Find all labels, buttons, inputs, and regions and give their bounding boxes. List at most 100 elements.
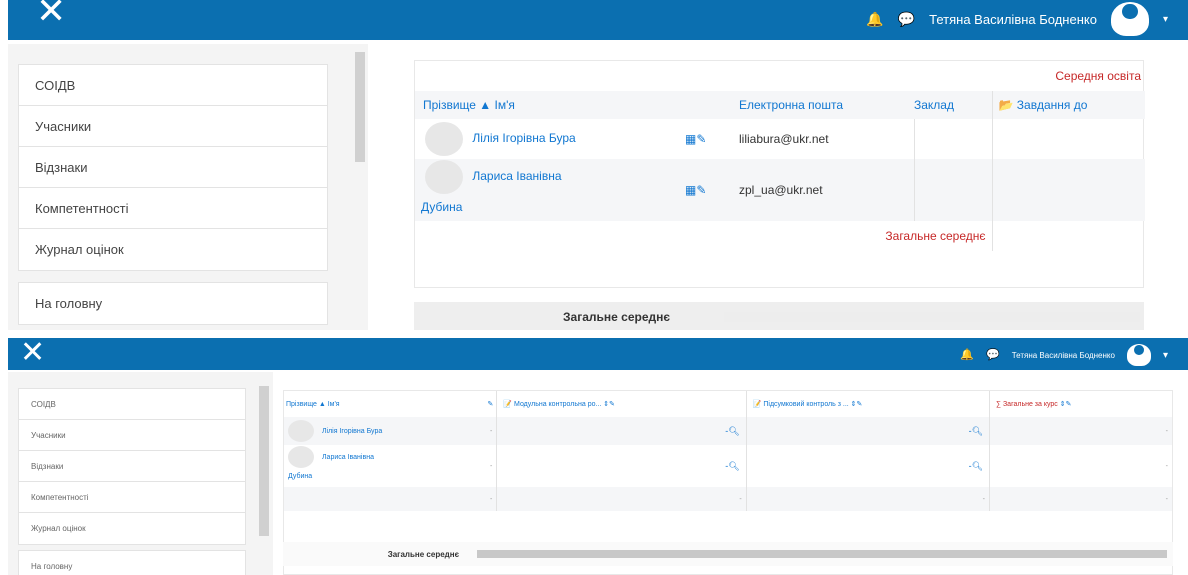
- search-icon[interactable]: 🔍︎: [972, 426, 983, 436]
- sidebar-item-competencies[interactable]: Компетентності: [19, 482, 245, 513]
- main-content: Середня освіта Прізвище ▲ Ім'я Електронн…: [370, 44, 1188, 330]
- sigma-icon: ∑: [996, 401, 1001, 408]
- pencil-icon[interactable]: ✎: [1066, 401, 1072, 408]
- average-cell: -: [490, 495, 493, 503]
- user-menu-area: 🔔 💬 Тетяна Василівна Бодненко ▾: [960, 344, 1168, 366]
- overall-average-row: Загальне середнє: [283, 542, 1173, 566]
- top-navbar: ✕ 🔔 💬 Тетяна Василівна Бодненко ▾: [8, 0, 1188, 40]
- overall-average-footer: Загальне середнє: [563, 310, 670, 324]
- sidebar-item-grades[interactable]: Журнал оцінок: [19, 229, 327, 270]
- final-control-header[interactable]: Підсумковий контроль з ...: [763, 401, 848, 408]
- grader-table: Прізвище ▲ Ім'я ✎ 📝 Модульна контрольна …: [284, 391, 1172, 511]
- sidebar-scrollbar[interactable]: [355, 52, 365, 162]
- bell-icon[interactable]: 🔔: [960, 349, 974, 361]
- bell-icon[interactable]: 🔔: [866, 12, 883, 26]
- table-row: Лариса Іванівна Дубина ▦✎ zpl_ua@ukr.net: [415, 159, 1145, 221]
- chevron-down-icon[interactable]: ▾: [1163, 14, 1168, 25]
- grade-cell[interactable]: -: [989, 445, 1172, 487]
- grader-table: Середня освіта Прізвище ▲ Ім'я Електронн…: [415, 61, 1145, 251]
- search-icon[interactable]: 🔍︎: [728, 461, 739, 471]
- search-icon[interactable]: 🔍︎: [972, 461, 983, 471]
- assignment-icon: 📝: [503, 401, 513, 408]
- user-avatar: [288, 446, 314, 468]
- close-drawer-icon[interactable]: ✕: [36, 0, 66, 32]
- grade-cell[interactable]: -: [466, 417, 496, 445]
- sort-name-header[interactable]: Прізвище ▲ Ім'я: [415, 91, 677, 119]
- overall-average-row: Загальне середнє: [414, 302, 1144, 330]
- user-avatar: [288, 420, 314, 442]
- overall-average-footer: Загальне середнє: [387, 549, 459, 559]
- sidebar-item-competencies[interactable]: Компетентності: [19, 188, 327, 229]
- student-name[interactable]: Лілія Ігорівна Бура: [472, 131, 575, 145]
- student-name[interactable]: Лариса Іванівна: [472, 169, 561, 183]
- sidebar-item-home[interactable]: На головну: [19, 283, 327, 324]
- assignment-icon: 📝: [752, 401, 762, 408]
- sidebar: СОІДВ Учасники Відзнаки Компетентності Ж…: [8, 44, 368, 330]
- top-navbar: ✕ 🔔 💬 Тетяна Василівна Бодненко ▾: [8, 338, 1188, 370]
- student-name[interactable]: Лілія Ігорівна Бура: [322, 428, 382, 435]
- student-name-line2[interactable]: Дубина: [421, 200, 462, 214]
- assignment-header[interactable]: Завдання до: [1017, 98, 1088, 112]
- sidebar-course-menu: СОІДВ Учасники Відзнаки Компетентності Ж…: [18, 64, 328, 271]
- message-icon[interactable]: 💬: [898, 12, 915, 26]
- sidebar-item-grades[interactable]: Журнал оцінок: [19, 513, 245, 544]
- grade-cell[interactable]: -: [466, 445, 496, 487]
- screenshot-top: ✕ 🔔 💬 Тетяна Василівна Бодненко ▾ СОІДВ …: [0, 0, 1188, 330]
- student-name[interactable]: Лариса Іванівна: [322, 454, 374, 461]
- user-name[interactable]: Тетяна Василівна Бодненко: [1012, 351, 1115, 360]
- horizontal-scrollbar[interactable]: [477, 550, 1167, 558]
- close-drawer-icon[interactable]: ✕: [20, 338, 45, 370]
- user-menu-area: 🔔 💬 Тетяна Василівна Бодненко ▾: [866, 2, 1168, 36]
- sidebar-item-participants[interactable]: Учасники: [19, 420, 245, 451]
- user-avatar-icon[interactable]: [1110, 2, 1149, 36]
- message-icon[interactable]: 💬: [986, 349, 1000, 361]
- sidebar-scrollbar[interactable]: [259, 386, 269, 536]
- pencil-icon[interactable]: ✎: [487, 401, 493, 408]
- pencil-icon[interactable]: ✎: [696, 132, 706, 146]
- sidebar-item-badges[interactable]: Відзнаки: [19, 451, 245, 482]
- sidebar-course-menu: СОІДВ Учасники Відзнаки Компетентності Ж…: [18, 388, 246, 545]
- pencil-icon[interactable]: ✎: [857, 401, 863, 408]
- table-row: Лілія Ігорівна Бура ▦✎ liliabura@ukr.net: [415, 119, 1145, 159]
- sidebar: СОІДВ Учасники Відзнаки Компетентності Ж…: [8, 372, 273, 575]
- institution-header[interactable]: Заклад: [914, 91, 992, 119]
- sidebar-site-menu: На головну: [18, 282, 328, 325]
- average-cell: -: [745, 487, 990, 511]
- sidebar-item-home[interactable]: На головну: [19, 551, 245, 575]
- table-row: Лариса Іванівна Дубина - -🔍︎ -🔍︎ -: [284, 445, 1172, 487]
- course-total-header[interactable]: Загальне за курс: [1003, 401, 1058, 408]
- average-cell: -: [989, 487, 1172, 511]
- student-name-line2[interactable]: Дубина: [288, 473, 312, 480]
- user-avatar-icon[interactable]: [1126, 344, 1151, 366]
- chevron-down-icon[interactable]: ▾: [1163, 350, 1168, 361]
- user-avatar: [425, 160, 463, 194]
- sidebar-site-menu: На головну: [18, 550, 246, 575]
- grade-cell[interactable]: -: [989, 417, 1172, 445]
- average-cell: -: [496, 487, 747, 511]
- screenshot-bottom: ✕ 🔔 💬 Тетяна Василівна Бодненко ▾ СОІДВ …: [0, 338, 1188, 575]
- sidebar-item-course[interactable]: СОІДВ: [19, 389, 245, 420]
- grader-table-panel: Середня освіта Прізвище ▲ Ім'я Електронн…: [414, 60, 1145, 288]
- sidebar-item-participants[interactable]: Учасники: [19, 106, 327, 147]
- assignment-icon: 📂: [998, 98, 1014, 112]
- pencil-icon[interactable]: ✎: [696, 183, 706, 197]
- sidebar-item-badges[interactable]: Відзнаки: [19, 147, 327, 188]
- category-header: Середня освіта: [1055, 69, 1141, 83]
- pencil-icon[interactable]: ✎: [609, 401, 615, 408]
- student-email: zpl_ua@ukr.net: [739, 183, 823, 197]
- user-avatar: [425, 122, 463, 156]
- table-row: - - - -: [284, 487, 1172, 511]
- main-content: Прізвище ▲ Ім'я ✎ 📝 Модульна контрольна …: [273, 372, 1188, 575]
- user-name[interactable]: Тетяна Василівна Бодненко: [929, 12, 1097, 27]
- search-icon[interactable]: 🔍︎: [728, 426, 739, 436]
- module-test-header[interactable]: Модульна контрольна ро...: [514, 401, 601, 408]
- horizontal-scrollbar[interactable]: [724, 312, 1140, 322]
- grade-table-icon[interactable]: ▦: [685, 183, 696, 197]
- grade-table-icon[interactable]: ▦: [685, 132, 696, 146]
- sidebar-item-course[interactable]: СОІДВ: [19, 65, 327, 106]
- sort-name-header[interactable]: Прізвище ▲ Ім'я: [284, 391, 466, 417]
- table-row: Лілія Ігорівна Бура - -🔍︎ -🔍︎ -: [284, 417, 1172, 445]
- student-email: liliabura@ukr.net: [739, 132, 829, 146]
- overall-average-label: Загальне середнє: [885, 229, 986, 243]
- email-header[interactable]: Електронна пошта: [739, 91, 914, 119]
